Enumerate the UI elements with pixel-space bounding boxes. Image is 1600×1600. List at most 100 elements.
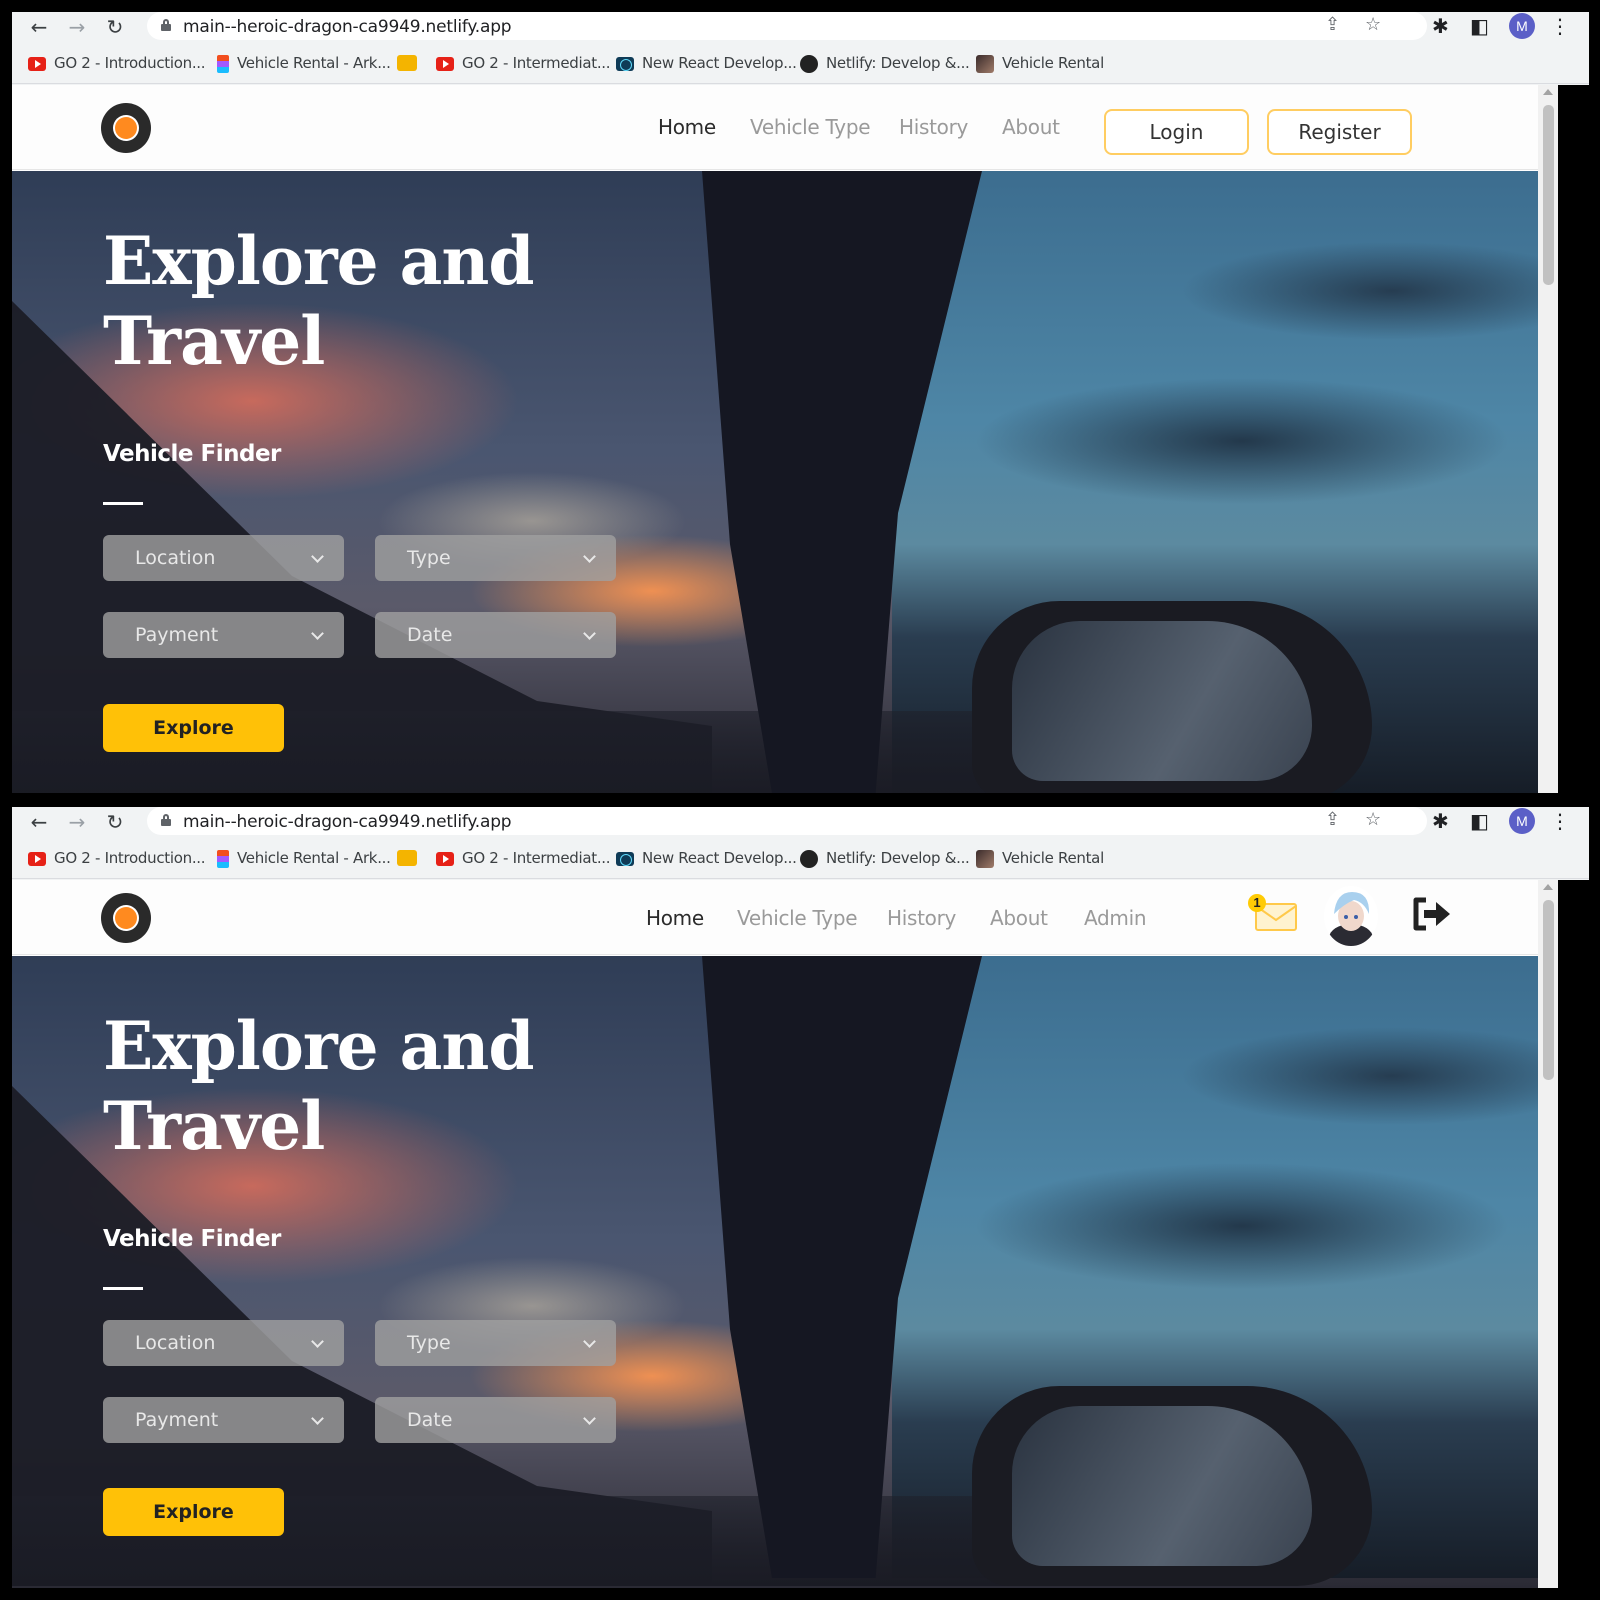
bookmark-item[interactable]: GO 2 - Introduction...	[28, 54, 206, 74]
chevron-down-icon	[311, 1412, 324, 1425]
date-select[interactable]: Date	[375, 612, 616, 658]
figma-icon	[217, 849, 229, 868]
extensions-icon[interactable]: ✱	[1432, 809, 1449, 833]
mail-icon[interactable]: 1	[1248, 894, 1302, 934]
chevron-down-icon	[583, 1412, 596, 1425]
chevron-down-icon	[583, 627, 596, 640]
youtube-icon	[28, 851, 46, 866]
url-text[interactable]: main--heroic-dragon-ca9949.netlify.app	[183, 17, 512, 37]
bookmark-item[interactable]: Vehicle Rental - Ark...	[214, 849, 391, 869]
netlify-icon	[800, 54, 818, 73]
slides-icon[interactable]	[397, 850, 417, 866]
chevron-down-icon	[583, 1335, 596, 1348]
date-select[interactable]: Date	[375, 1397, 616, 1443]
bookmark-item[interactable]: Netlify: Develop &...	[800, 54, 970, 74]
bookmark-item[interactable]: GO 2 - Introduction...	[28, 849, 206, 869]
type-select[interactable]: Type	[375, 1320, 616, 1366]
type-select[interactable]: Type	[375, 535, 616, 581]
back-icon[interactable]: ←	[26, 809, 52, 835]
nav-home[interactable]: Home	[646, 906, 704, 930]
nav-home[interactable]: Home	[658, 115, 716, 139]
reload-icon[interactable]: ↻	[102, 809, 128, 835]
forward-icon[interactable]: →	[64, 14, 90, 40]
forward-icon[interactable]: →	[64, 809, 90, 835]
divider	[103, 1287, 143, 1290]
register-button[interactable]: Register	[1267, 109, 1412, 155]
bookmark-item[interactable]: New React Develop...	[616, 54, 797, 74]
explore-button[interactable]: Explore	[103, 1488, 284, 1536]
back-icon[interactable]: ←	[26, 14, 52, 40]
scrollbar-thumb[interactable]	[1543, 900, 1554, 1080]
react-icon	[616, 56, 634, 71]
scroll-up-icon[interactable]	[1543, 884, 1553, 890]
bookmark-star-icon[interactable]: ☆	[1365, 809, 1381, 830]
payment-select[interactable]: Payment	[103, 612, 344, 658]
react-icon	[616, 851, 634, 866]
divider	[103, 502, 143, 505]
bookmark-item[interactable]: GO 2 - Intermediat...	[436, 849, 611, 869]
nav-about[interactable]: About	[990, 906, 1048, 930]
chevron-down-icon	[311, 550, 324, 563]
scrollbar[interactable]	[1538, 880, 1558, 1588]
figma-icon	[217, 54, 229, 73]
reload-icon[interactable]: ↻	[102, 14, 128, 40]
car-mirror-image	[972, 1386, 1372, 1586]
netlify-icon	[800, 849, 818, 868]
address-bar[interactable]: main--heroic-dragon-ca9949.netlify.app ⇪…	[147, 807, 1427, 835]
nav-admin[interactable]: Admin	[1084, 906, 1147, 930]
nav-history[interactable]: History	[887, 906, 956, 930]
share-icon[interactable]: ⇪	[1325, 809, 1340, 830]
menu-kebab-icon[interactable]: ⋮	[1550, 14, 1570, 38]
site-icon	[976, 849, 994, 868]
chevron-down-icon	[311, 627, 324, 640]
scrollbar[interactable]	[1538, 85, 1558, 793]
page: Home Vehicle Type History About Login Re…	[12, 85, 1538, 793]
side-panel-icon[interactable]: ◧	[1470, 809, 1489, 833]
payment-select[interactable]: Payment	[103, 1397, 344, 1443]
bookmark-item[interactable]: Vehicle Rental	[976, 849, 1104, 869]
logo-icon[interactable]	[101, 893, 151, 943]
scrollbar-thumb[interactable]	[1543, 105, 1554, 285]
scroll-up-icon[interactable]	[1543, 89, 1553, 95]
site-navbar: Home Vehicle Type History About Login Re…	[12, 85, 1538, 170]
bookmarks-bar: GO 2 - Introduction... Vehicle Rental - …	[12, 44, 1589, 84]
bookmark-item[interactable]: Vehicle Rental	[976, 54, 1104, 74]
location-select[interactable]: Location	[103, 535, 344, 581]
bookmark-item[interactable]: Netlify: Develop &...	[800, 849, 970, 869]
menu-kebab-icon[interactable]: ⋮	[1550, 809, 1570, 833]
hero-section: Explore and Travel Vehicle Finder Locati…	[12, 171, 1538, 793]
nav-about[interactable]: About	[1002, 115, 1060, 139]
hero-title: Explore and Travel	[103, 1007, 535, 1165]
car-mirror-image	[972, 601, 1372, 793]
address-bar[interactable]: main--heroic-dragon-ca9949.netlify.app ⇪…	[147, 12, 1427, 40]
profile-avatar[interactable]: M	[1509, 808, 1535, 834]
nav-history[interactable]: History	[899, 115, 968, 139]
share-icon[interactable]: ⇪	[1325, 14, 1340, 35]
youtube-icon	[436, 851, 454, 866]
bookmark-item[interactable]: GO 2 - Intermediat...	[436, 54, 611, 74]
vehicle-finder-heading: Vehicle Finder	[103, 441, 281, 467]
youtube-icon	[28, 56, 46, 71]
user-avatar[interactable]	[1324, 886, 1378, 946]
profile-avatar[interactable]: M	[1509, 13, 1535, 39]
bookmark-item[interactable]: New React Develop...	[616, 849, 797, 869]
bookmark-star-icon[interactable]: ☆	[1365, 14, 1381, 35]
bookmark-item[interactable]: Vehicle Rental - Ark...	[214, 54, 391, 74]
browser-toolbar: ← → ↻ main--heroic-dragon-ca9949.netlify…	[12, 12, 1589, 42]
lock-icon[interactable]	[161, 814, 171, 826]
screenshot-guest: ← → ↻ main--heroic-dragon-ca9949.netlify…	[12, 12, 1589, 793]
screenshot-logged-in: ← → ↻ main--heroic-dragon-ca9949.netlify…	[12, 807, 1589, 1588]
url-text[interactable]: main--heroic-dragon-ca9949.netlify.app	[183, 812, 512, 832]
logo-icon[interactable]	[101, 103, 151, 153]
browser-toolbar: ← → ↻ main--heroic-dragon-ca9949.netlify…	[12, 807, 1589, 837]
lock-icon[interactable]	[161, 19, 171, 31]
nav-vehicle-type[interactable]: Vehicle Type	[737, 906, 858, 930]
slides-icon[interactable]	[397, 55, 417, 71]
extensions-icon[interactable]: ✱	[1432, 14, 1449, 38]
location-select[interactable]: Location	[103, 1320, 344, 1366]
nav-vehicle-type[interactable]: Vehicle Type	[750, 115, 871, 139]
logout-icon[interactable]	[1410, 894, 1454, 934]
explore-button[interactable]: Explore	[103, 704, 284, 752]
side-panel-icon[interactable]: ◧	[1470, 14, 1489, 38]
login-button[interactable]: Login	[1104, 109, 1249, 155]
